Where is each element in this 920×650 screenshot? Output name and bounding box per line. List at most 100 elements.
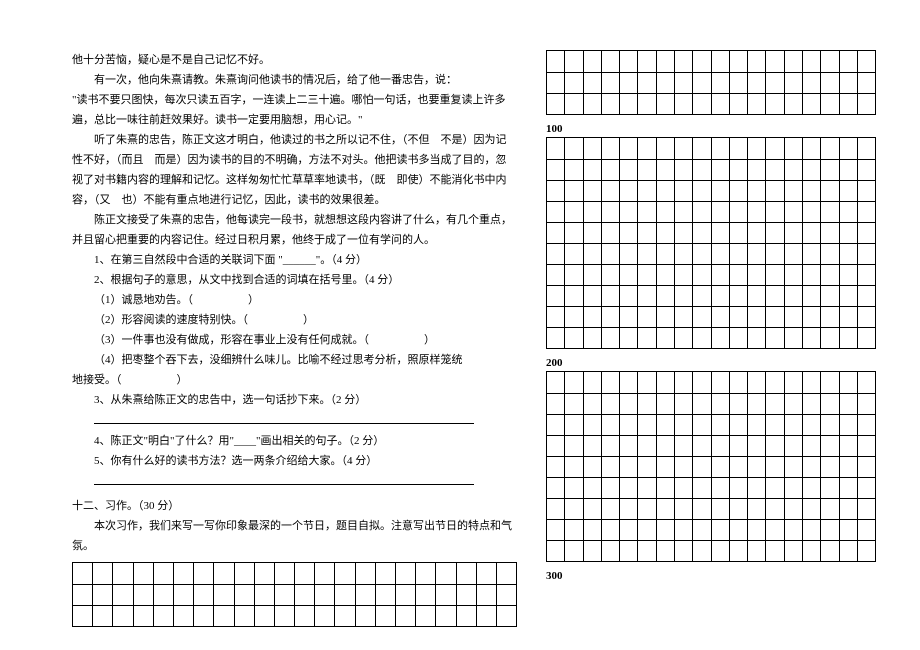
- grid-cell[interactable]: [602, 51, 620, 72]
- grid-cell[interactable]: [315, 585, 335, 605]
- grid-cell[interactable]: [766, 499, 784, 519]
- grid-cell[interactable]: [565, 138, 583, 159]
- grid-cell[interactable]: [477, 563, 497, 584]
- grid-cell[interactable]: [376, 563, 396, 584]
- grid-cell[interactable]: [766, 541, 784, 561]
- grid-cell[interactable]: [565, 457, 583, 477]
- grid-cell[interactable]: [840, 436, 858, 456]
- grid-cell[interactable]: [315, 606, 335, 626]
- grid-cell[interactable]: [657, 223, 675, 243]
- grid-cell[interactable]: [547, 307, 565, 327]
- grid-cell[interactable]: [840, 394, 858, 414]
- grid-cell[interactable]: [602, 499, 620, 519]
- grid-cell[interactable]: [858, 223, 875, 243]
- grid-cell[interactable]: [602, 181, 620, 201]
- grid-row[interactable]: [73, 605, 516, 626]
- grid-row[interactable]: [547, 327, 875, 348]
- grid-cell[interactable]: [730, 160, 748, 180]
- grid-cell[interactable]: [602, 286, 620, 306]
- grid-cell[interactable]: [675, 286, 693, 306]
- grid-cell[interactable]: [712, 94, 730, 114]
- grid-cell[interactable]: [693, 265, 711, 285]
- grid-cell[interactable]: [620, 541, 638, 561]
- grid-cell[interactable]: [675, 94, 693, 114]
- grid-cell[interactable]: [235, 563, 255, 584]
- grid-cell[interactable]: [436, 606, 456, 626]
- grid-cell[interactable]: [748, 181, 766, 201]
- grid-cell[interactable]: [730, 181, 748, 201]
- grid-cell[interactable]: [396, 606, 416, 626]
- grid-cell[interactable]: [675, 499, 693, 519]
- grid-cell[interactable]: [602, 307, 620, 327]
- grid-cell[interactable]: [565, 499, 583, 519]
- grid-cell[interactable]: [675, 541, 693, 561]
- grid-cell[interactable]: [821, 265, 839, 285]
- grid-cell[interactable]: [547, 478, 565, 498]
- grid-cell[interactable]: [730, 138, 748, 159]
- grid-cell[interactable]: [638, 520, 656, 540]
- grid-cell[interactable]: [547, 328, 565, 348]
- grid-cell[interactable]: [174, 606, 194, 626]
- grid-cell[interactable]: [620, 328, 638, 348]
- grid-cell[interactable]: [565, 51, 583, 72]
- grid-cell[interactable]: [547, 541, 565, 561]
- grid-cell[interactable]: [766, 372, 784, 393]
- grid-cell[interactable]: [547, 223, 565, 243]
- grid-cell[interactable]: [584, 541, 602, 561]
- grid-cell[interactable]: [416, 585, 436, 605]
- grid-cell[interactable]: [821, 307, 839, 327]
- grid-cell[interactable]: [766, 244, 784, 264]
- grid-cell[interactable]: [565, 202, 583, 222]
- grid-cell[interactable]: [748, 478, 766, 498]
- grid-cell[interactable]: [785, 286, 803, 306]
- grid-cell[interactable]: [657, 478, 675, 498]
- answer-blank[interactable]: [94, 410, 474, 424]
- grid-cell[interactable]: [766, 394, 784, 414]
- grid-cell[interactable]: [602, 328, 620, 348]
- grid-cell[interactable]: [638, 541, 656, 561]
- grid-cell[interactable]: [235, 585, 255, 605]
- grid-cell[interactable]: [803, 244, 821, 264]
- grid-cell[interactable]: [785, 541, 803, 561]
- grid-cell[interactable]: [803, 541, 821, 561]
- writing-grid-right[interactable]: 100 200 300: [546, 50, 876, 584]
- grid-cell[interactable]: [174, 585, 194, 605]
- grid-cell[interactable]: [803, 286, 821, 306]
- grid-cell[interactable]: [785, 328, 803, 348]
- grid-cell[interactable]: [748, 499, 766, 519]
- grid-cell[interactable]: [712, 436, 730, 456]
- grid-cell[interactable]: [134, 585, 154, 605]
- grid-cell[interactable]: [803, 138, 821, 159]
- grid-cell[interactable]: [748, 138, 766, 159]
- grid-cell[interactable]: [858, 286, 875, 306]
- grid-cell[interactable]: [821, 51, 839, 72]
- grid-row[interactable]: [547, 414, 875, 435]
- grid-cell[interactable]: [356, 563, 376, 584]
- grid-cell[interactable]: [693, 478, 711, 498]
- grid-cell[interactable]: [194, 606, 214, 626]
- grid-cell[interactable]: [620, 436, 638, 456]
- grid-cell[interactable]: [858, 181, 875, 201]
- grid-cell[interactable]: [436, 563, 456, 584]
- grid-cell[interactable]: [821, 73, 839, 93]
- grid-row[interactable]: [547, 72, 875, 93]
- writing-grid-bottom[interactable]: [72, 562, 517, 627]
- grid-cell[interactable]: [547, 286, 565, 306]
- grid-cell[interactable]: [730, 51, 748, 72]
- grid-cell[interactable]: [803, 520, 821, 540]
- grid-cell[interactable]: [840, 286, 858, 306]
- grid-cell[interactable]: [748, 51, 766, 72]
- grid-cell[interactable]: [766, 94, 784, 114]
- grid-cell[interactable]: [638, 415, 656, 435]
- grid-cell[interactable]: [602, 541, 620, 561]
- grid-cell[interactable]: [766, 286, 784, 306]
- grid-cell[interactable]: [858, 94, 875, 114]
- grid-cell[interactable]: [565, 436, 583, 456]
- grid-cell[interactable]: [840, 499, 858, 519]
- grid-cell[interactable]: [766, 457, 784, 477]
- grid-cell[interactable]: [657, 202, 675, 222]
- grid-cell[interactable]: [657, 520, 675, 540]
- grid-cell[interactable]: [748, 394, 766, 414]
- grid-cell[interactable]: [693, 394, 711, 414]
- grid-cell[interactable]: [693, 307, 711, 327]
